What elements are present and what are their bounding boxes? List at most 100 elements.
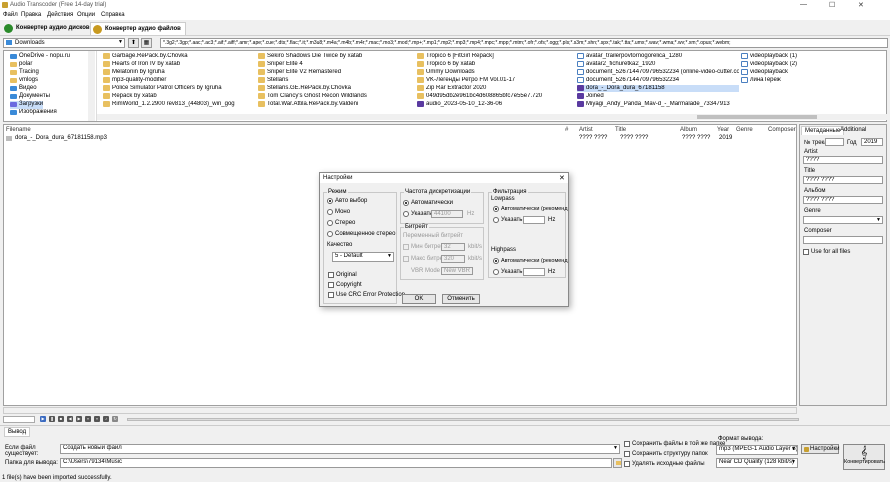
file-item[interactable]: videoplayback (1) xyxy=(741,53,821,60)
max-bitrate-checkbox[interactable] xyxy=(403,256,409,262)
file-item[interactable]: Ummy Downloads xyxy=(417,69,577,76)
year-input[interactable]: 2019 xyxy=(861,138,883,146)
mode-stereo-radio[interactable] xyxy=(327,220,333,226)
convert-button[interactable]: 𝄞 Конвертировать xyxy=(843,444,885,470)
file-item[interactable]: document_5267144709796532234 (online-vid… xyxy=(577,69,739,76)
rate-auto-radio[interactable] xyxy=(403,200,409,206)
tab-additional[interactable]: Additional xyxy=(837,126,869,135)
menu-help[interactable]: Справка xyxy=(101,12,125,18)
delete-source-checkbox[interactable] xyxy=(624,461,630,467)
file-item[interactable]: Police Simulator Patrol Officers by Igru… xyxy=(103,85,255,92)
browse-folder-button[interactable] xyxy=(613,458,622,468)
col-number[interactable]: # xyxy=(565,127,568,133)
tree-item[interactable]: polar xyxy=(10,61,32,69)
genre-select[interactable]: ▼ xyxy=(803,216,883,224)
menu-options[interactable]: Опции xyxy=(77,12,95,18)
tree-item[interactable]: vmlogs xyxy=(10,77,38,85)
file-filter-select[interactable]: *.3g2;*.3gp;*.aac;*.ac3;*.aif;*.aiff;*.a… xyxy=(160,38,888,48)
folder-select[interactable]: Downloads ▼ xyxy=(3,38,125,48)
tree-item[interactable]: Tracing xyxy=(10,69,39,77)
file-item[interactable]: mp3-quality-modifier xyxy=(103,77,255,84)
file-item[interactable]: avatar2_fichuretka2_1920 xyxy=(577,61,739,68)
file-item[interactable]: Garbage.RePack.by.Chovka xyxy=(103,53,255,60)
file-item[interactable]: Tropico 6 [FitGirl Repack] xyxy=(417,53,577,60)
file-item[interactable]: RimWorld_1.2.2900 rev813_(44803)_win_gog xyxy=(103,101,255,108)
file-item[interactable]: VK-Легенды Ретро FM Vol.01-17 xyxy=(417,77,577,84)
file-item[interactable]: Sniper Elite V2 Remastered xyxy=(258,69,413,76)
folder-up-button[interactable]: ⬆ xyxy=(128,38,139,48)
exists-select[interactable]: Создать новый файл ▼ xyxy=(60,444,620,454)
file-item[interactable]: Repack by xatab xyxy=(103,93,255,100)
tree-scrollbar[interactable] xyxy=(88,51,95,121)
tree-item[interactable]: Видео xyxy=(10,85,37,93)
ok-button[interactable]: OK xyxy=(402,294,436,304)
file-item[interactable]: videoplayback xyxy=(741,69,821,76)
menu-file[interactable]: Файл xyxy=(3,12,18,18)
file-item[interactable]: Sniper Elite 4 xyxy=(258,61,413,68)
file-item[interactable]: 049d95db2e961bc4d608865bfc7e55e7.720 xyxy=(417,93,577,100)
tree-item[interactable]: Изображения xyxy=(10,109,57,115)
quality-dropdown[interactable]: 5 - Default ▼ xyxy=(332,252,394,262)
col-genre[interactable]: Genre xyxy=(736,127,753,133)
dialog-close-button[interactable]: ✕ xyxy=(559,174,565,182)
file-item-selected[interactable]: dora_-_Dora_dura_67181158 xyxy=(577,85,739,92)
format-select[interactable]: mp3 (MPEG-1 Audio Layer 3) ▼ xyxy=(716,445,798,455)
col-album[interactable]: Album xyxy=(680,127,697,133)
filelist-hscrollbar[interactable] xyxy=(3,407,797,414)
col-filename[interactable]: Filename xyxy=(6,127,31,133)
vbr-mode-select[interactable]: New VBR xyxy=(441,267,473,275)
file-item[interactable]: Tom Clancy's Ghost Recon Wildlands xyxy=(258,93,413,100)
settings-button[interactable]: Настройки xyxy=(801,444,839,454)
prev-icon[interactable]: ◀ xyxy=(67,416,73,422)
col-title[interactable]: Title xyxy=(615,127,626,133)
rate-spec-radio[interactable] xyxy=(403,211,409,217)
menu-actions[interactable]: Действия xyxy=(47,12,73,18)
file-item[interactable]: Joined xyxy=(577,93,739,100)
mode-mono-radio[interactable] xyxy=(327,209,333,215)
file-item[interactable]: Total.War.Attila.RePack.by.Valdeni xyxy=(258,101,413,108)
repeat-icon[interactable]: ↻ xyxy=(112,416,118,422)
file-item[interactable]: Stellaris xyxy=(258,77,413,84)
output-folder-input[interactable]: C:\Users\79134\Music xyxy=(60,458,612,468)
composer-input[interactable] xyxy=(803,236,883,244)
quality-select[interactable]: Near CD Quality (128 kbit/s) ▼ xyxy=(716,458,798,468)
col-artist[interactable]: Artist xyxy=(579,127,593,133)
menu-edit[interactable]: Правка xyxy=(21,12,41,18)
track-input[interactable] xyxy=(825,138,844,146)
title-input[interactable]: ???? ???? xyxy=(803,176,883,184)
highpass-spec-radio[interactable] xyxy=(493,269,499,275)
keep-structure-checkbox[interactable] xyxy=(624,451,630,457)
pause-icon[interactable]: ❚ xyxy=(49,416,55,422)
seek-bar[interactable] xyxy=(3,416,35,423)
max-bitrate-input[interactable]: 320 xyxy=(441,255,465,263)
stop-icon[interactable]: ■ xyxy=(58,416,64,422)
artist-input[interactable]: ???? xyxy=(803,156,883,164)
file-item[interactable]: Tropico 6 by xatab xyxy=(417,61,577,68)
tree-item[interactable]: Документы xyxy=(10,93,50,101)
original-checkbox[interactable] xyxy=(328,272,334,278)
same-folder-checkbox[interactable] xyxy=(624,441,630,447)
file-item[interactable]: Stellaris.GE.RePack.by.Chovka xyxy=(258,85,413,92)
cancel-button[interactable]: Отменить xyxy=(442,294,480,304)
tab-output[interactable]: Вывод xyxy=(4,427,31,437)
progress-track[interactable] xyxy=(127,418,799,421)
col-year[interactable]: Year xyxy=(717,127,729,133)
file-item[interactable]: avatar_trailerpovtornogorelica_1280 xyxy=(577,53,739,60)
tree-item[interactable]: OneDrive - nopu.ru xyxy=(10,53,70,61)
file-item[interactable]: Sekiro Shadows Die Twice by xatab xyxy=(258,53,413,60)
col-composer[interactable]: Composer xyxy=(768,127,796,133)
file-item[interactable]: Hearts of Iron IV by xatab xyxy=(103,61,255,68)
minimize-button[interactable]: — xyxy=(800,1,807,8)
rewind-icon[interactable]: « xyxy=(85,416,91,422)
table-row[interactable]: dora_-_Dora_dura_67181158.mp3 ???? ???? … xyxy=(6,135,786,142)
lowpass-input[interactable] xyxy=(523,216,545,224)
view-mode-button[interactable]: ▦ xyxy=(141,38,152,48)
lowpass-spec-radio[interactable] xyxy=(493,217,499,223)
mode-joint-radio[interactable] xyxy=(327,231,333,237)
file-item[interactable]: document_5267144709796532234 xyxy=(577,77,739,84)
forward-icon[interactable]: » xyxy=(94,416,100,422)
file-item[interactable]: Zip Rar Extractor 2020 xyxy=(417,85,577,92)
mode-auto-radio[interactable] xyxy=(327,198,333,204)
play-icon[interactable]: ▶ xyxy=(40,416,46,422)
highpass-auto-radio[interactable] xyxy=(493,258,499,264)
